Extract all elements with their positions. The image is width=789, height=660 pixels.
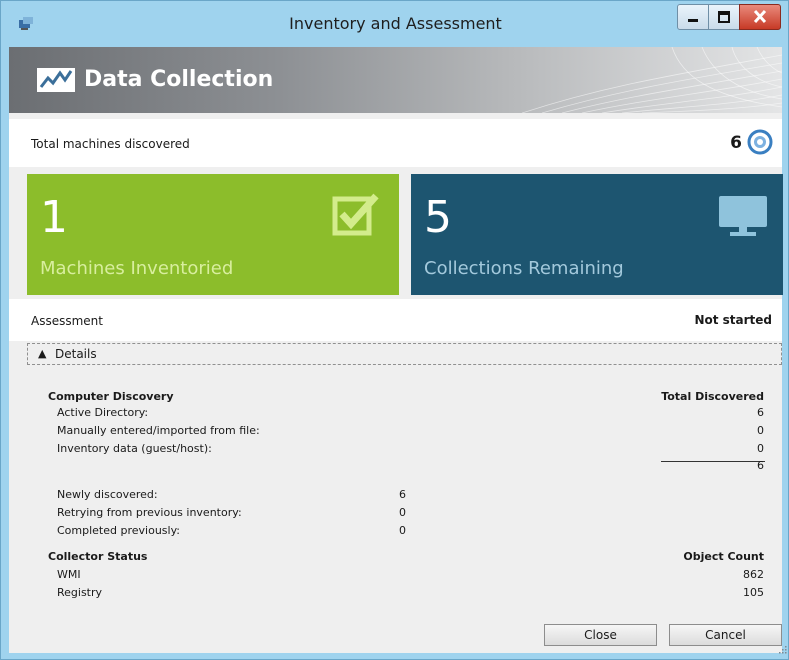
- page-title: Data Collection: [84, 67, 274, 92]
- header-banner: Data Collection: [9, 47, 782, 113]
- collector-row-label: Registry: [57, 586, 103, 599]
- close-button[interactable]: Close: [544, 624, 657, 646]
- object-count-header: Object Count: [683, 550, 764, 563]
- collector-row-label: WMI: [57, 568, 81, 581]
- status-row-value: 6: [399, 488, 406, 501]
- close-window-button[interactable]: [739, 4, 781, 30]
- discovery-row-label: Active Directory:: [57, 406, 149, 419]
- discovery-row-label: Manually entered/imported from file:: [57, 424, 260, 437]
- chart-icon: [37, 68, 75, 92]
- close-icon: [753, 9, 767, 24]
- assessment-label: Assessment: [31, 314, 103, 328]
- collector-status-heading: Collector Status: [48, 550, 148, 563]
- dialog-content: Data Collection Total machines discovere…: [9, 47, 783, 653]
- spinner-icon: [747, 129, 773, 155]
- decorative-wave: [522, 47, 782, 113]
- assessment-row: Assessment Not started: [9, 299, 782, 341]
- collector-row-value: 105: [743, 586, 764, 599]
- collections-remaining-label: Collections Remaining: [424, 258, 624, 279]
- maximize-button[interactable]: [708, 4, 740, 30]
- chevron-up-icon: ▲: [38, 347, 47, 360]
- status-row-value: 0: [399, 506, 406, 519]
- collections-remaining-tile: 5 Collections Remaining: [411, 174, 783, 295]
- checkbox-icon: [332, 193, 379, 236]
- machines-inventoried-count: 1: [40, 192, 68, 243]
- window-title: Inventory and Assessment: [289, 14, 502, 33]
- total-discovered-header: Total Discovered: [661, 390, 764, 403]
- total-machines-label: Total machines discovered: [31, 137, 190, 151]
- collector-row-value: 862: [743, 568, 764, 581]
- computer-discovery-heading: Computer Discovery: [48, 390, 174, 403]
- discovery-row-label: Inventory data (guest/host):: [57, 442, 212, 455]
- total-machines-value: 6: [730, 133, 742, 153]
- cancel-button[interactable]: Cancel: [669, 624, 782, 646]
- discovery-total-value: 6: [757, 459, 764, 472]
- machines-inventoried-tile: 1 Machines Inventoried: [27, 174, 399, 295]
- summary-row: Total machines discovered 6: [9, 119, 782, 167]
- collections-remaining-count: 5: [424, 192, 452, 243]
- discovery-row-value: 0: [757, 442, 764, 455]
- details-label: Details: [55, 347, 97, 361]
- machines-inventoried-label: Machines Inventoried: [40, 258, 234, 279]
- minimize-button[interactable]: [677, 4, 709, 30]
- discovery-row-value: 6: [757, 406, 764, 419]
- resize-grip-icon[interactable]: [777, 644, 787, 654]
- status-row-value: 0: [399, 524, 406, 537]
- monitor-icon: [719, 196, 767, 236]
- assessment-status: Not started: [694, 313, 772, 327]
- status-row-label: Retrying from previous inventory:: [57, 506, 242, 519]
- details-toggle[interactable]: ▲ Details: [27, 343, 782, 365]
- status-row-label: Completed previously:: [57, 524, 180, 537]
- discovery-row-value: 0: [757, 424, 764, 437]
- window-frame: Inventory and Assessment Data Collection…: [0, 0, 789, 660]
- maximize-icon: [718, 11, 730, 23]
- minimize-icon: [688, 19, 698, 22]
- title-bar[interactable]: Inventory and Assessment: [1, 1, 789, 47]
- status-row-label: Newly discovered:: [57, 488, 158, 501]
